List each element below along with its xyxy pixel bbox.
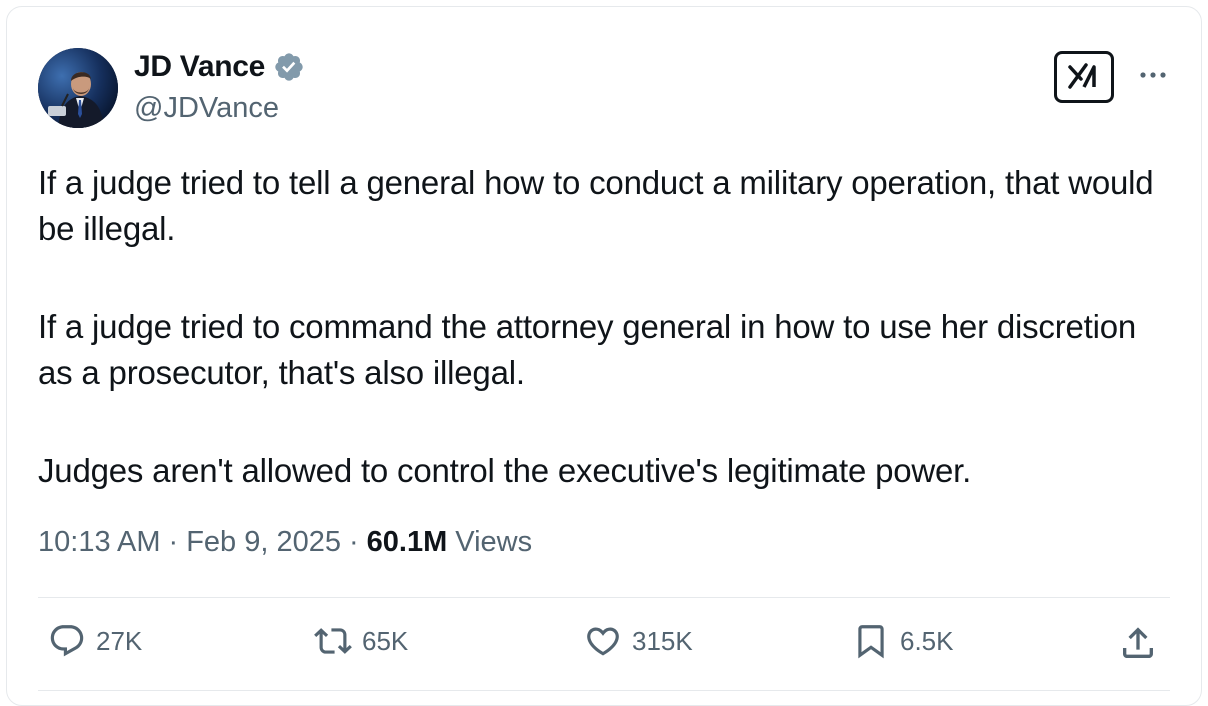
reply-count: 27K bbox=[96, 625, 143, 656]
repost-button[interactable]: 65K bbox=[314, 622, 408, 660]
divider bbox=[38, 690, 1170, 691]
meta-separator: · bbox=[349, 526, 359, 558]
meta-separator: · bbox=[168, 526, 179, 558]
like-button[interactable]: 315K bbox=[584, 622, 693, 660]
more-options-button[interactable] bbox=[1138, 60, 1168, 90]
reply-icon bbox=[50, 625, 84, 657]
more-icon bbox=[1140, 72, 1166, 78]
grok-button[interactable] bbox=[1054, 51, 1114, 103]
views-count: 60.1M bbox=[366, 526, 448, 558]
reply-button[interactable]: 27K bbox=[48, 622, 142, 660]
avatar-image bbox=[38, 48, 118, 128]
verified-badge-icon bbox=[273, 51, 305, 83]
divider bbox=[38, 597, 1170, 598]
tweet-paragraph: Judges aren't allowed to control the exe… bbox=[38, 452, 972, 489]
tweet-time[interactable]: 10:13 AM bbox=[38, 526, 161, 559]
bookmark-icon bbox=[858, 625, 884, 659]
author-handle[interactable]: @JDVance bbox=[134, 92, 279, 125]
tweet-date[interactable]: Feb 9, 2025 bbox=[186, 526, 341, 559]
author-name[interactable]: JD Vance bbox=[134, 50, 265, 84]
tweet-paragraph: If a judge tried to tell a general how t… bbox=[38, 164, 1154, 247]
bookmark-count: 6.5K bbox=[900, 625, 954, 656]
avatar[interactable] bbox=[38, 48, 118, 128]
heart-icon bbox=[587, 627, 619, 656]
repost-count: 65K bbox=[362, 625, 409, 656]
grok-icon bbox=[1068, 63, 1096, 89]
share-icon bbox=[1123, 627, 1153, 658]
tweet-meta: 10:13 AM · Feb 9, 2025 · 60.1M Views bbox=[38, 526, 532, 559]
tweet-paragraph: If a judge tried to command the attorney… bbox=[38, 308, 1137, 391]
bookmark-button[interactable]: 6.5K bbox=[852, 622, 954, 660]
tweet-text: If a judge tried to tell a general how t… bbox=[38, 160, 1178, 546]
author-row: JD Vance bbox=[134, 50, 305, 84]
share-button[interactable] bbox=[1118, 623, 1158, 663]
like-count: 315K bbox=[632, 625, 693, 656]
views-label: Views bbox=[455, 526, 533, 558]
repost-icon bbox=[314, 628, 352, 654]
